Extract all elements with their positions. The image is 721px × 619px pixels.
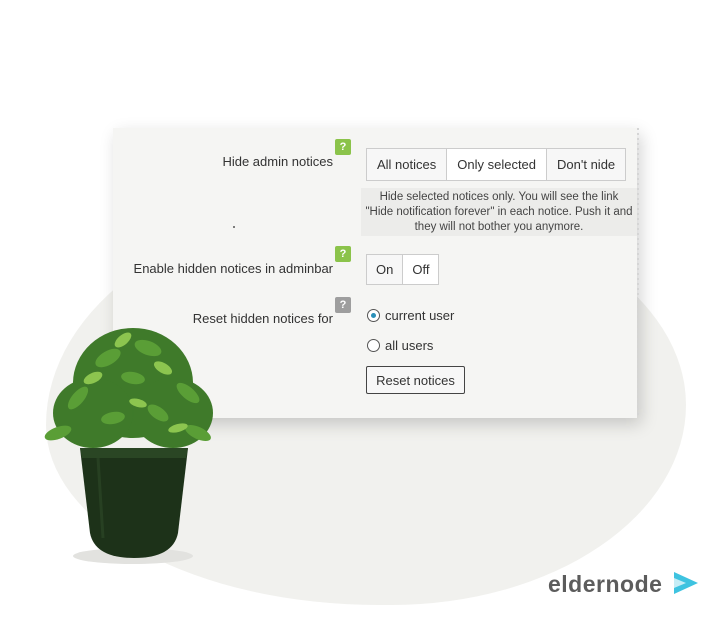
all-notices-button[interactable]: All notices: [367, 149, 448, 180]
reset-notices-button[interactable]: Reset notices: [366, 366, 465, 394]
hide-admin-notices-label: Hide admin notices: [222, 154, 333, 169]
stray-dot: [233, 226, 235, 228]
eldernode-logo: eldernode: [548, 571, 663, 597]
panel-scroll-edge: [637, 128, 639, 418]
radio-all-users[interactable]: all users: [367, 338, 433, 353]
radio-current-user-label: current user: [385, 308, 455, 323]
radio-all-users-label: all users: [385, 338, 434, 353]
adminbar-off-button[interactable]: Off: [403, 255, 439, 284]
adminbar-toggle-group: On Off: [366, 254, 440, 285]
help-icon[interactable]: ?: [335, 139, 351, 155]
help-icon[interactable]: ?: [335, 246, 351, 262]
help-icon[interactable]: ?: [335, 297, 351, 313]
hide-notices-button-group: All notices Only selected Don't nide: [366, 148, 627, 181]
adminbar-on-button[interactable]: On: [367, 255, 404, 284]
hide-notices-hint: Hide selected notices only. You will see…: [361, 188, 637, 236]
radio-current-user[interactable]: current user: [367, 308, 454, 323]
only-selected-button[interactable]: Only selected: [447, 149, 548, 180]
play-icon: [674, 572, 698, 594]
radio-button[interactable]: [367, 339, 380, 352]
radio-button-checked[interactable]: [367, 309, 380, 322]
adminbar-label: Enable hidden notices in adminbar: [133, 261, 333, 276]
potted-plant-illustration: [44, 328, 213, 564]
dont-hide-button[interactable]: Don't nide: [547, 149, 625, 180]
